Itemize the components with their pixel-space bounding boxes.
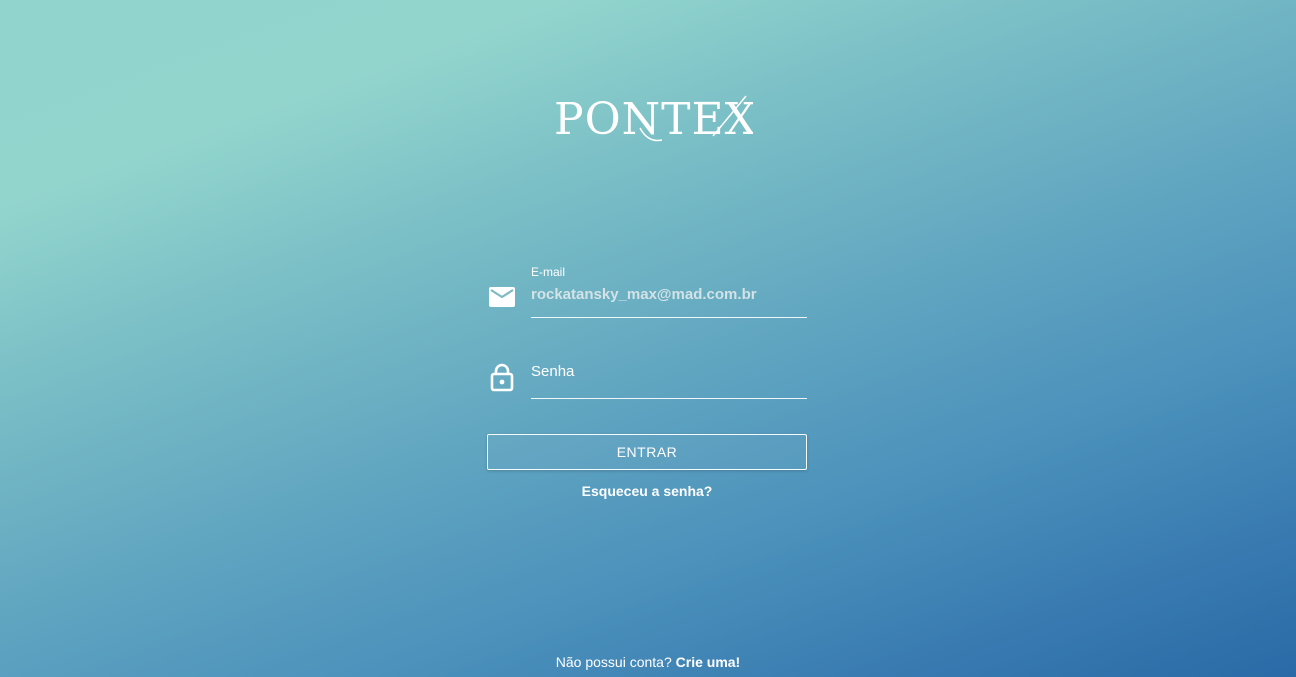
logo-text: PONTEX [554,94,753,145]
forgot-password-link[interactable]: Esqueceu a senha? [487,483,807,499]
logo-mark: PONTEX [554,94,753,145]
signup-prompt: Não possui conta? [555,654,672,670]
email-input-value[interactable]: rockatansky_max@mad.com.br [531,286,757,303]
login-button[interactable]: ENTRAR [487,434,807,470]
email-field[interactable]: E-mail rockatansky_max@mad.com.br [531,262,807,318]
password-placeholder[interactable]: Senha [531,363,574,380]
pontex-logo: PONTEX [548,88,753,148]
mail-icon [487,282,517,312]
password-field[interactable]: Senha [531,350,807,399]
signup-link[interactable]: Crie uma! [676,654,741,670]
lock-icon [487,362,517,392]
email-label: E-mail [531,265,566,279]
signup-line: Não possui conta? Crie uma! [0,654,1296,670]
